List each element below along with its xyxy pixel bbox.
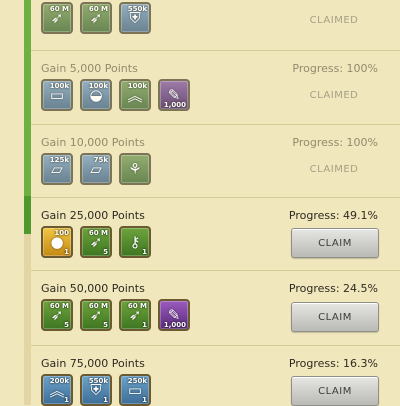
tier-progress-label: Progress: 24.5% bbox=[288, 282, 378, 295]
reward-amount: 60 M bbox=[88, 229, 108, 237]
iron-bars-icon: ▱ 125k bbox=[41, 153, 73, 185]
tier-row: Gain 75,000 Points Progress: 16.3% ︽ 200k… bbox=[31, 346, 400, 406]
tier-progress-label: Progress: 100% bbox=[292, 136, 378, 149]
claimed-status: CLAIMED bbox=[309, 90, 359, 101]
ore-cart-icon: ◒ 100k bbox=[80, 79, 112, 111]
reward-amount: 100k bbox=[88, 82, 108, 90]
speedup-arrow-icon[interactable]: ➶ 60 M5 bbox=[80, 226, 112, 258]
claimed-status: CLAIMED bbox=[309, 15, 359, 26]
iron-bars-icon: ▱ 75k bbox=[80, 153, 112, 185]
tier-gain-label: Gain 75,000 Points bbox=[41, 357, 145, 370]
reward-amount: 550k bbox=[88, 377, 108, 385]
reward-count: 1 bbox=[142, 321, 147, 329]
gold-coin-icon[interactable]: ● 100 1 bbox=[41, 226, 73, 258]
tier-progress-label: Progress: 49.1% bbox=[288, 209, 378, 222]
tier-row: Gain 25,000 Points Progress: 49.1% ● 100 1… bbox=[31, 198, 400, 270]
reward-count: 1,000 bbox=[163, 101, 186, 109]
tier-gain-label: Gain 25,000 Points bbox=[41, 209, 145, 222]
claim-button[interactable]: CLAIM bbox=[291, 302, 379, 332]
reward-amount: 60 M bbox=[49, 5, 69, 13]
speedup-arrow-icon[interactable]: ➶ 60 M5 bbox=[41, 299, 73, 331]
reward-count: 1,000 bbox=[163, 321, 186, 329]
tier-progress-label: Progress: 100% bbox=[292, 62, 378, 75]
progress-fill-partial bbox=[24, 196, 31, 234]
tier-gain-label: Gain 5,000 Points bbox=[41, 62, 138, 75]
reward-amount: 100 bbox=[54, 229, 69, 237]
reward-count: 1 bbox=[103, 396, 108, 404]
reward-amount: 125k bbox=[49, 156, 69, 164]
reward-count: 1 bbox=[64, 248, 69, 256]
reward-amount: 60 M bbox=[127, 302, 147, 310]
speedup-arrow-icon[interactable]: ➶ 60 M5 bbox=[80, 299, 112, 331]
reward-count: 1 bbox=[64, 396, 69, 404]
speedup-arrow-icon: ➶ 60 M bbox=[41, 2, 73, 34]
tier-row: Gain 5,000 Points Progress: 100% ▭ 100k ◒… bbox=[31, 51, 400, 124]
scroll-icon: ✎ 1,000 bbox=[158, 79, 190, 111]
reward-amount: 100k bbox=[127, 82, 147, 90]
tier-row: Gain 10,000 Points Progress: 100% ▱ 125k … bbox=[31, 125, 400, 197]
rank-chevron-icon: ︽ 100k bbox=[119, 79, 151, 111]
shield-sword-icon[interactable]: ⛨ 550k 1 bbox=[80, 374, 112, 406]
shield-sword-icon: ⛨ 550k bbox=[119, 2, 151, 34]
wheat-field-icon: ⚘ bbox=[119, 153, 151, 185]
reward-count: 5 bbox=[103, 248, 108, 256]
claim-button[interactable]: CLAIM bbox=[291, 228, 379, 258]
reward-amount: 60 M bbox=[49, 302, 69, 310]
reward-count: 5 bbox=[64, 321, 69, 329]
tier-row: ➶ 60 M ➶ 60 M ⛨ 550k CLAIMED bbox=[31, 0, 400, 50]
claim-button[interactable]: CLAIM bbox=[291, 376, 379, 406]
reward-amount: 200k bbox=[49, 377, 69, 385]
reward-count: 1 bbox=[142, 396, 147, 404]
speedup-arrow-icon: ➶ 60 M bbox=[80, 2, 112, 34]
scroll-icon[interactable]: ✎ 1,000 bbox=[158, 299, 190, 331]
wood-logs-icon: ▭ 100k bbox=[41, 79, 73, 111]
tier-gain-label: Gain 10,000 Points bbox=[41, 136, 145, 149]
progress-fill bbox=[24, 0, 31, 196]
reward-amount: 60 M bbox=[88, 5, 108, 13]
tier-row: Gain 50,000 Points Progress: 24.5% ➶ 60 M… bbox=[31, 271, 400, 345]
reward-count: 5 bbox=[103, 321, 108, 329]
reward-amount: 100k bbox=[49, 82, 69, 90]
key-icon[interactable]: ⚷ 1 bbox=[119, 226, 151, 258]
tier-progress-label: Progress: 16.3% bbox=[288, 357, 378, 370]
reward-amount: 60 M bbox=[88, 302, 108, 310]
claimed-status: CLAIMED bbox=[309, 164, 359, 175]
wood-logs-icon[interactable]: ▭ 250k 1 bbox=[119, 374, 151, 406]
reward-count: 1 bbox=[142, 248, 147, 256]
speedup-arrow-icon[interactable]: ➶ 60 M1 bbox=[119, 299, 151, 331]
tier-gain-label: Gain 50,000 Points bbox=[41, 282, 145, 295]
reward-amount: 75k bbox=[93, 156, 108, 164]
rank-chevron-icon[interactable]: ︽ 200k 1 bbox=[41, 374, 73, 406]
reward-amount: 550k bbox=[127, 5, 147, 13]
reward-amount: 250k bbox=[127, 377, 147, 385]
